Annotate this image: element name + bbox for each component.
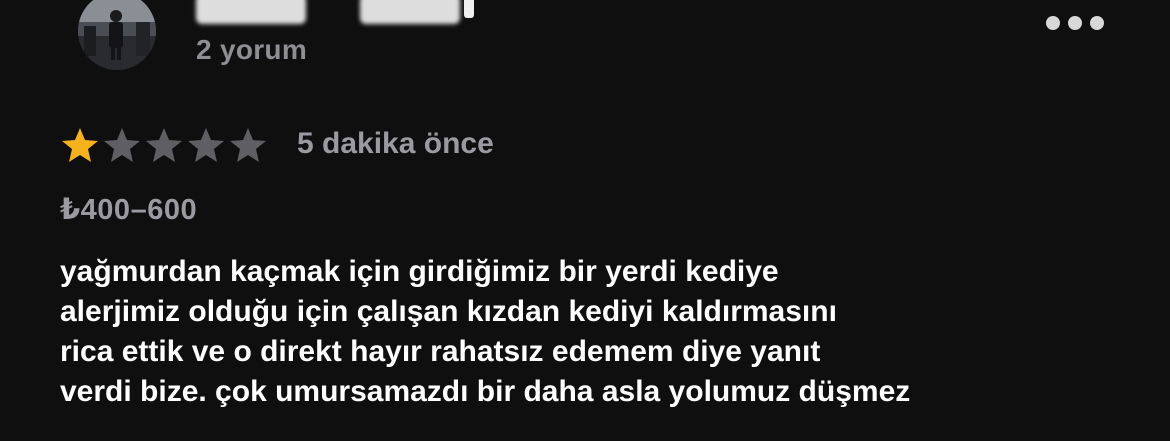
review-text-line: alerjimiz olduğu için çalışan kızdan ked…	[60, 295, 837, 328]
ellipsis-icon	[1068, 16, 1082, 30]
review-text-line: rica ettik ve o direkt hayır rahatsız ed…	[60, 335, 821, 368]
reviewer-review-count[interactable]: 2 yorum	[196, 34, 307, 66]
star-empty-icon	[102, 126, 142, 164]
review-text-line: yağmurdan kaçmak için girdiğimiz bir yer…	[60, 255, 779, 288]
star-empty-icon	[144, 126, 184, 164]
reviewer-name-redacted	[464, 0, 474, 18]
review-text-line: verdi bize. çok umursamazdı bir daha asl…	[60, 375, 911, 408]
review-timestamp: 5 dakika önce	[297, 127, 494, 160]
reviewer-name-redacted	[360, 0, 460, 24]
more-options-button[interactable]	[1046, 8, 1104, 38]
review-text: yağmurdan kaçmak için girdiğimiz bir yer…	[60, 252, 1120, 412]
ellipsis-icon	[1090, 16, 1104, 30]
star-empty-icon	[228, 126, 268, 164]
reviewer-name-redacted	[196, 0, 306, 24]
review-card: 2 yorum 5 dakika önce ₺400–600 yağmurdan…	[0, 0, 1170, 441]
reviewer-avatar[interactable]	[78, 0, 156, 70]
avatar-photo	[78, 0, 156, 70]
price-range: ₺400–600	[60, 194, 198, 226]
star-filled-icon	[60, 126, 100, 164]
ellipsis-icon	[1046, 16, 1060, 30]
star-empty-icon	[186, 126, 226, 164]
star-rating	[60, 126, 268, 164]
